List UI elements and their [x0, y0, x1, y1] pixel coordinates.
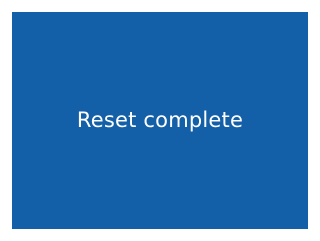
- status-message: Reset complete: [76, 108, 244, 132]
- screen-frame: Reset complete: [0, 0, 320, 241]
- status-panel: Reset complete: [12, 12, 308, 229]
